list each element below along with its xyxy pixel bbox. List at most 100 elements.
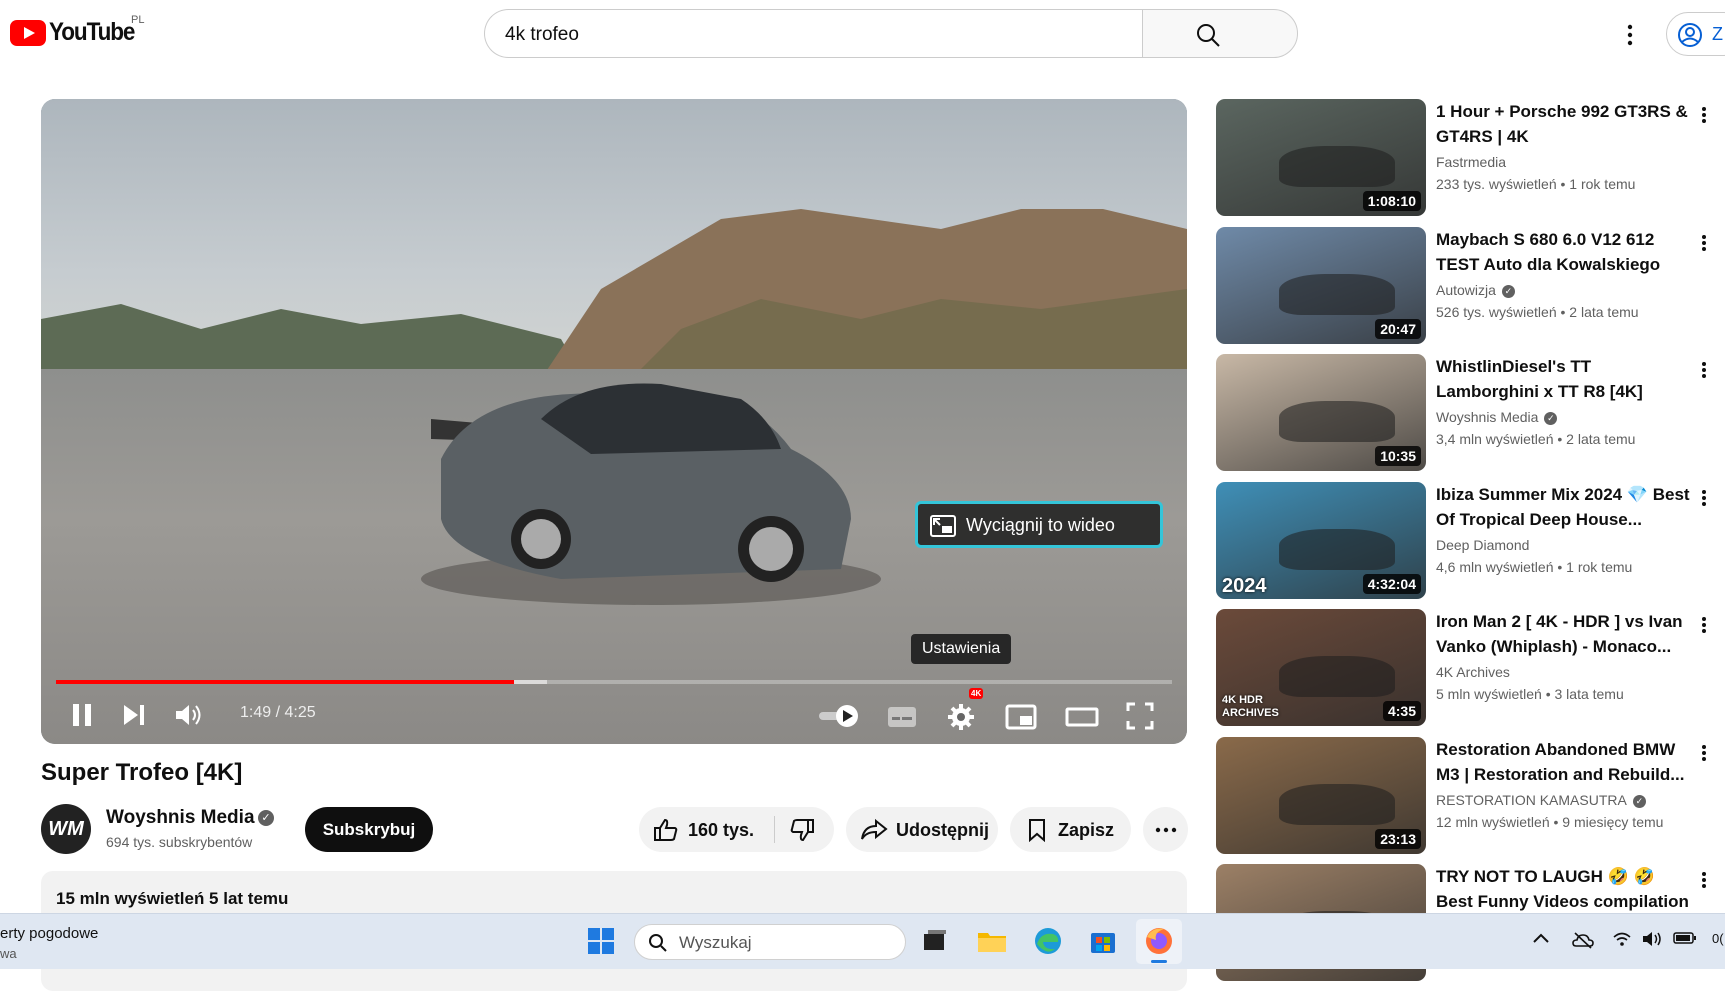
thumbnail-image xyxy=(1279,273,1395,315)
more-vert-icon[interactable] xyxy=(1700,233,1708,255)
save-button[interactable]: Zapisz xyxy=(1010,807,1131,852)
more-vert-icon[interactable] xyxy=(1700,360,1708,382)
edge-browser-icon[interactable] xyxy=(1031,924,1065,958)
youtube-play-icon xyxy=(10,19,46,46)
recommendation-title[interactable]: Restoration Abandoned BMW M3 | Restorati… xyxy=(1436,737,1694,787)
channel-name[interactable]: Woyshnis Media xyxy=(106,807,255,829)
more-vert-icon[interactable] xyxy=(1700,870,1708,892)
recommendation-meta: 5 mln wyświetleń • 3 lata temu xyxy=(1436,686,1624,702)
video-duration: 23:13 xyxy=(1375,829,1421,849)
taskbar-search[interactable]: Wyszukaj xyxy=(634,924,906,960)
recommendation-item[interactable]: 20:47 Maybach S 680 6.0 V12 612 TEST Aut… xyxy=(1216,227,1716,345)
onedrive-icon[interactable] xyxy=(1572,931,1594,949)
chevron-up-icon[interactable] xyxy=(1532,931,1550,945)
recommendation-meta: 526 tys. wyświetleń • 2 lata temu xyxy=(1436,304,1639,320)
recommendation-channel[interactable]: 4K Archives xyxy=(1436,664,1510,680)
video-thumbnail[interactable]: 23:13 xyxy=(1216,737,1426,854)
next-video-icon[interactable] xyxy=(121,701,147,729)
windows-start-icon[interactable] xyxy=(584,924,618,958)
recommendation-title[interactable]: Ibiza Summer Mix 2024 💎 Best Of Tropical… xyxy=(1436,482,1694,532)
recommendation-channel[interactable]: RESTORATION KAMASUTRA ✓ xyxy=(1436,792,1646,808)
settings-gear-icon[interactable] xyxy=(947,703,975,731)
pause-icon[interactable] xyxy=(69,701,95,729)
subtitles-icon[interactable] xyxy=(887,705,917,729)
wifi-icon[interactable] xyxy=(1612,931,1632,947)
more-vert-icon[interactable] xyxy=(1700,615,1708,637)
thumbnail-image xyxy=(1279,783,1395,825)
share-icon xyxy=(861,818,888,840)
progress-played xyxy=(56,680,514,684)
video-thumbnail[interactable]: 10:35 xyxy=(1216,354,1426,471)
video-duration: 20:47 xyxy=(1375,319,1421,339)
video-thumbnail[interactable]: 20:47 xyxy=(1216,227,1426,344)
more-vert-icon[interactable] xyxy=(1700,488,1708,510)
recommendation-channel[interactable]: Autowizja ✓ xyxy=(1436,282,1515,298)
thumbnail-overlay-text: 4K HDR ARCHIVES xyxy=(1222,694,1279,719)
share-label: Udostępnij xyxy=(896,820,989,840)
speaker-icon[interactable] xyxy=(1641,931,1663,947)
settings-more-icon[interactable] xyxy=(1620,20,1640,50)
pip-label: Wyciągnij to wideo xyxy=(966,515,1115,535)
youtube-logo[interactable]: YouTube xyxy=(10,18,144,47)
miniplayer-icon[interactable] xyxy=(1005,703,1037,731)
recommendation-item[interactable]: 2024 4:32:04 Ibiza Summer Mix 2024 💎 Bes… xyxy=(1216,482,1716,600)
recommendation-title[interactable]: Iron Man 2 [ 4K - HDR ] vs Ivan Vanko (W… xyxy=(1436,609,1694,659)
more-horizontal-icon xyxy=(1155,827,1177,833)
recommendation-item[interactable]: 10:35 WhistlinDiesel's TT Lamborghini x … xyxy=(1216,354,1716,472)
like-button[interactable]: 160 tys. xyxy=(639,807,774,852)
autoplay-toggle[interactable] xyxy=(817,703,861,729)
fullscreen-icon[interactable] xyxy=(1125,701,1155,731)
pip-extract-button[interactable]: Wyciągnij to wideo xyxy=(915,501,1163,548)
file-explorer-icon[interactable] xyxy=(975,924,1009,958)
more-vert-icon[interactable] xyxy=(1700,743,1708,765)
weather-widget[interactable]: erty pogodowe wa xyxy=(0,924,98,964)
share-button[interactable]: Udostępnij xyxy=(846,807,998,852)
recommendation-meta: 233 tys. wyświetleń • 1 rok temu xyxy=(1436,176,1636,192)
recommendation-title[interactable]: Maybach S 680 6.0 V12 612 TEST Auto dla … xyxy=(1436,227,1694,277)
channel-avatar[interactable]: WM xyxy=(41,804,91,854)
thumbnail-image xyxy=(1279,400,1395,442)
search-input[interactable]: 4k trofeo xyxy=(484,9,1209,58)
volume-icon[interactable] xyxy=(174,701,204,729)
verified-icon: ✓ xyxy=(1501,285,1515,298)
clock[interactable]: 0( xyxy=(1712,931,1724,946)
search-query: 4k trofeo xyxy=(505,24,579,45)
recommendation-channel[interactable]: Woyshnis Media ✓ xyxy=(1436,409,1558,425)
video-duration: 4:35 xyxy=(1382,701,1421,721)
masthead: YouTube PL 4k trofeo Z xyxy=(0,0,1725,70)
firefox-icon xyxy=(1146,928,1172,954)
recommendation-title[interactable]: 1 Hour + Porsche 992 GT3RS & GT4RS | 4K xyxy=(1436,99,1694,149)
thumbnail-image xyxy=(1279,655,1395,697)
recommendation-item[interactable]: 4K HDR ARCHIVES 4:35 Iron Man 2 [ 4K - H… xyxy=(1216,609,1716,727)
recommendation-item[interactable]: 1:08:10 1 Hour + Porsche 992 GT3RS & GT4… xyxy=(1216,99,1716,217)
like-dislike-group: 160 tys. xyxy=(639,807,834,852)
verified-icon: ✓ xyxy=(1632,795,1646,808)
recommendation-channel-name: Deep Diamond xyxy=(1436,537,1530,553)
dislike-button[interactable] xyxy=(775,807,834,852)
task-view-icon[interactable] xyxy=(918,924,952,958)
video-player[interactable]: Wyciągnij to wideo Ustawienia 1:49 / 4:2… xyxy=(41,99,1187,744)
subscribe-button[interactable]: Subskrybuj xyxy=(305,807,433,852)
recommendation-channel[interactable]: Fastrmedia xyxy=(1436,154,1506,170)
video-thumbnail[interactable]: 4K HDR ARCHIVES 4:35 xyxy=(1216,609,1426,726)
more-vert-icon[interactable] xyxy=(1700,105,1708,127)
theater-mode-icon[interactable] xyxy=(1065,703,1099,731)
battery-icon[interactable] xyxy=(1673,931,1697,945)
progress-bar[interactable] xyxy=(56,680,1172,684)
time-display: 1:49 / 4:25 xyxy=(240,704,316,721)
sign-in-button[interactable]: Z xyxy=(1666,12,1725,56)
video-thumbnail[interactable]: 1:08:10 xyxy=(1216,99,1426,216)
player-controls: 1:49 / 4:25 4K xyxy=(41,688,1187,744)
video-thumbnail[interactable]: 2024 4:32:04 xyxy=(1216,482,1426,599)
search-button[interactable] xyxy=(1142,9,1298,58)
microsoft-store-icon[interactable] xyxy=(1086,924,1120,958)
recommendation-channel-name: Autowizja xyxy=(1436,282,1496,298)
recommendation-item[interactable]: 23:13 Restoration Abandoned BMW M3 | Res… xyxy=(1216,737,1716,855)
recommendation-channel[interactable]: Deep Diamond xyxy=(1436,537,1529,553)
region-code: PL xyxy=(131,14,145,26)
recommendation-title[interactable]: WhistlinDiesel's TT Lamborghini x TT R8 … xyxy=(1436,354,1694,404)
firefox-taskbar-button[interactable] xyxy=(1136,919,1182,964)
more-actions-button[interactable] xyxy=(1143,807,1188,852)
recommendation-title[interactable]: TRY NOT TO LAUGH 🤣 🤣 Best Funny Videos c… xyxy=(1436,864,1694,914)
video-duration: 10:35 xyxy=(1375,446,1421,466)
